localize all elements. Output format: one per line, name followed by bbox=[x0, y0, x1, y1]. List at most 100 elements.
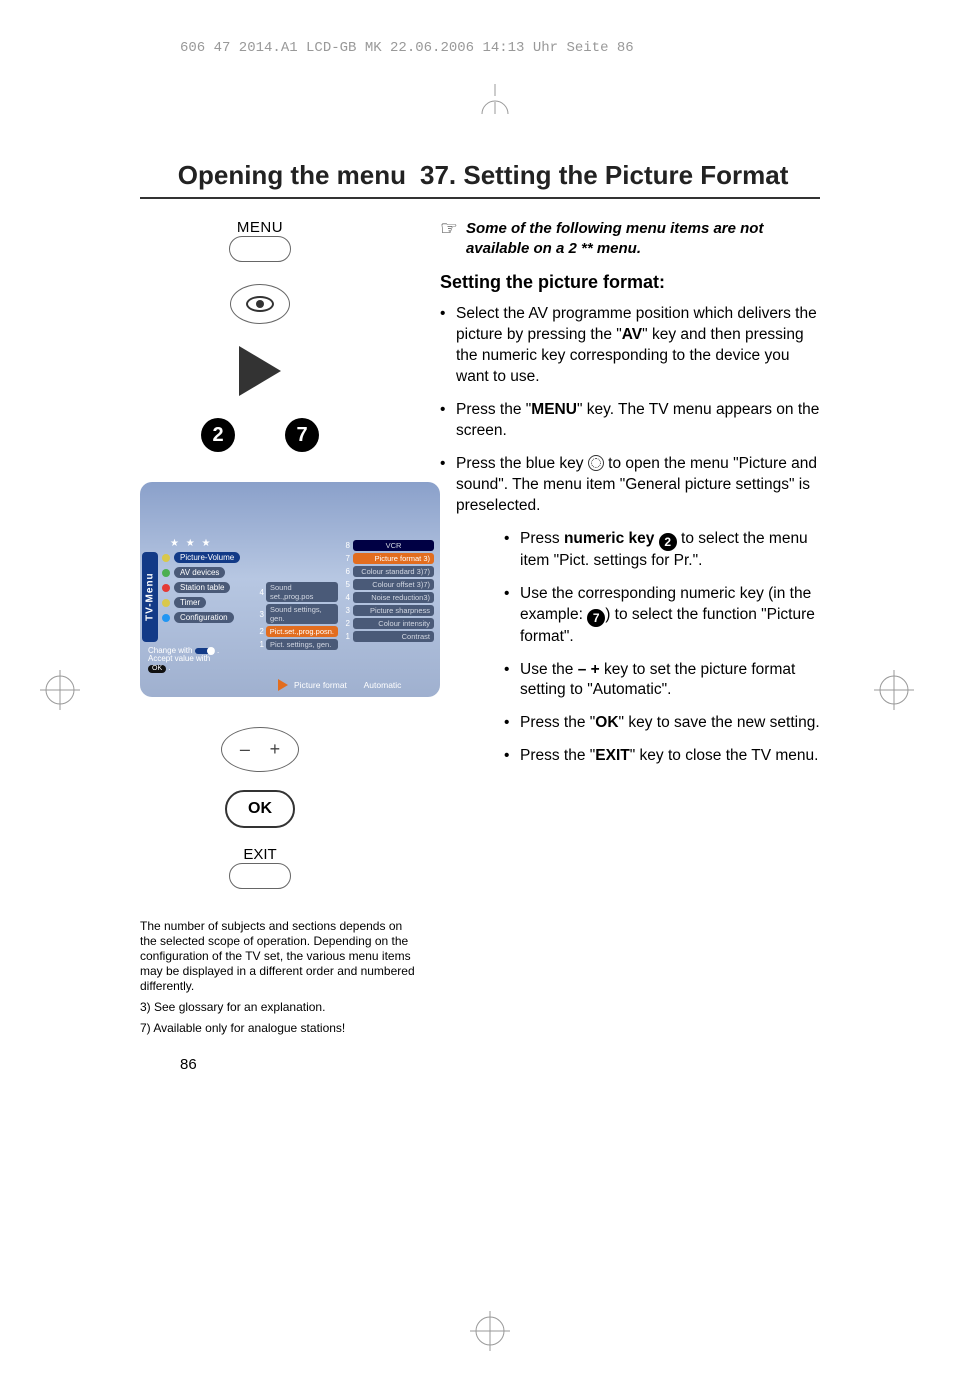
left-column: MENU 2 7 TV-Menu ★ ★ ★ Picture-Volume AV … bbox=[140, 219, 420, 1073]
numeric-badge-icon: 2 bbox=[659, 533, 677, 551]
osd-right-item: 8VCR bbox=[342, 540, 434, 551]
plus-icon: + bbox=[270, 739, 281, 760]
menu-button-icon bbox=[229, 236, 291, 262]
step-item: Press the blue key to open the menu "Pic… bbox=[440, 454, 820, 517]
exit-button-icon bbox=[229, 863, 291, 889]
osd-right-item: 4Noise reduction3) bbox=[342, 592, 434, 603]
flower-key-icon bbox=[588, 455, 604, 471]
play-icon bbox=[239, 346, 281, 396]
osd-mid-number: 3 bbox=[258, 610, 264, 619]
osd-mid-item: 4Sound set.,prog.pos bbox=[258, 582, 338, 602]
note-text: Some of the following menu items are not… bbox=[466, 219, 820, 258]
exit-button-group: EXIT bbox=[229, 846, 291, 889]
osd-right-number: 8 bbox=[342, 541, 350, 550]
osd-left-menu: Picture-Volume AV devices Station table Tim… bbox=[162, 552, 254, 623]
ok-button-icon: OK bbox=[225, 790, 295, 828]
note-callout: ☞ Some of the following menu items are n… bbox=[440, 219, 820, 258]
osd-left-label: Picture-Volume bbox=[174, 552, 240, 563]
osd-right-number: 4 bbox=[342, 593, 350, 602]
crop-mark-icon bbox=[40, 670, 80, 710]
menu-button-group: MENU bbox=[229, 219, 291, 262]
color-dot-icon bbox=[162, 554, 170, 562]
osd-right-item: 1Contrast bbox=[342, 631, 434, 642]
osd-right-item: 7Picture format 3) bbox=[342, 553, 434, 564]
remote-illustration: MENU 2 7 bbox=[140, 219, 420, 452]
instruction-steps: Select the AV programme position which d… bbox=[440, 304, 820, 767]
osd-mid-label: Pict.set.,prog.posn. bbox=[266, 626, 338, 637]
osd-left-label: AV devices bbox=[174, 567, 225, 578]
step-item: Press the "EXIT" key to close the TV men… bbox=[504, 746, 820, 767]
numeric-key-2-icon: 2 bbox=[201, 418, 235, 452]
osd-right-item: 6Colour standard 3)7) bbox=[342, 566, 434, 577]
step-item: Press the "OK" key to save the new setti… bbox=[504, 713, 820, 734]
osd-ok-icon: OK bbox=[148, 665, 166, 673]
crop-mark-icon bbox=[874, 670, 914, 710]
osd-right-item: 5Colour offset 3)7) bbox=[342, 579, 434, 590]
osd-left-item: Picture-Volume bbox=[162, 552, 254, 563]
osd-right-number: 5 bbox=[342, 580, 350, 589]
osd-right-label: Colour standard 3)7) bbox=[353, 566, 434, 577]
osd-right-number: 1 bbox=[342, 632, 350, 641]
osd-mid-item: 2Pict.set.,prog.posn. bbox=[258, 626, 338, 637]
page-number: 86 bbox=[180, 1056, 420, 1073]
osd-mid-number: 4 bbox=[258, 588, 264, 597]
osd-right-label: Picture format 3) bbox=[353, 553, 434, 564]
color-dot-icon bbox=[162, 584, 170, 592]
color-dot-icon bbox=[162, 599, 170, 607]
osd-left-label: Configuration bbox=[174, 612, 234, 623]
osd-mid-label: Pict. settings, gen. bbox=[266, 639, 338, 650]
step-item: Use the – + key to set the picture forma… bbox=[504, 660, 820, 702]
osd-side-tab: TV-Menu bbox=[142, 552, 158, 642]
osd-mid-number: 1 bbox=[258, 640, 264, 649]
step-item: Press numeric key 2 to select the menu i… bbox=[504, 529, 820, 572]
osd-status-value: Automatic bbox=[364, 680, 402, 690]
osd-right-number: 3 bbox=[342, 606, 350, 615]
osd-right-number: 2 bbox=[342, 619, 350, 628]
footnote-text: 7) Available only for analogue stations! bbox=[140, 1021, 420, 1036]
osd-mid-item: 3Sound settings, gen. bbox=[258, 604, 338, 624]
osd-right-label: Noise reduction3) bbox=[353, 592, 434, 603]
osd-left-item: AV devices bbox=[162, 567, 254, 578]
right-column: ☞ Some of the following menu items are n… bbox=[440, 219, 820, 1073]
menu-label: MENU bbox=[229, 219, 291, 236]
eye-button-icon bbox=[230, 284, 290, 324]
osd-right-menu: 8VCR7Picture format 3)6Colour standard 3… bbox=[342, 540, 434, 642]
osd-mid-number: 2 bbox=[258, 627, 264, 636]
osd-status-bar: Picture format Automatic bbox=[278, 679, 401, 691]
slider-icon bbox=[195, 648, 215, 654]
pointing-hand-icon: ☞ bbox=[440, 219, 458, 258]
osd-right-label: Contrast bbox=[353, 631, 434, 642]
osd-mid-label: Sound settings, gen. bbox=[266, 604, 338, 624]
osd-mid-item: 1Pict. settings, gen. bbox=[258, 639, 338, 650]
osd-left-item: Station table bbox=[162, 582, 254, 593]
osd-right-label: Colour offset 3)7) bbox=[353, 579, 434, 590]
color-dot-icon bbox=[162, 614, 170, 622]
osd-left-label: Station table bbox=[174, 582, 230, 593]
remote-lower-illustration: – + OK EXIT bbox=[140, 727, 420, 889]
osd-mid-label: Sound set.,prog.pos bbox=[266, 582, 338, 602]
osd-left-label: Timer bbox=[174, 597, 206, 608]
osd-right-item: 3Picture sharpness bbox=[342, 605, 434, 616]
osd-right-label: Colour intensity bbox=[353, 618, 434, 629]
step-item: Use the corresponding numeric key (in th… bbox=[504, 584, 820, 648]
step-item: Select the AV programme position which d… bbox=[440, 304, 820, 388]
print-job-header: 606 47 2014.A1 LCD-GB MK 22.06.2006 14:1… bbox=[180, 40, 954, 56]
osd-right-number: 7 bbox=[342, 554, 350, 563]
play-icon bbox=[278, 679, 288, 691]
step-item: Press the "MENU" key. The TV menu appear… bbox=[440, 400, 820, 442]
osd-stars-icon: ★ ★ ★ bbox=[170, 538, 212, 549]
crop-mark-icon bbox=[480, 84, 510, 114]
subheading: Setting the picture format: bbox=[440, 270, 820, 294]
numeric-key-pair: 2 7 bbox=[201, 418, 319, 452]
osd-right-item: 2Colour intensity bbox=[342, 618, 434, 629]
footnote-text: The number of subjects and sections depe… bbox=[140, 919, 420, 994]
footnotes: The number of subjects and sections depe… bbox=[140, 919, 420, 1036]
osd-right-label: VCR bbox=[353, 540, 434, 551]
manual-page: Opening the menu 37. Setting the Picture… bbox=[140, 160, 820, 1073]
color-dot-icon bbox=[162, 569, 170, 577]
osd-right-number: 6 bbox=[342, 567, 350, 576]
minus-icon: – bbox=[240, 739, 250, 760]
numeric-badge-icon: 7 bbox=[587, 609, 605, 627]
crop-mark-icon bbox=[470, 1311, 510, 1351]
tv-osd-screenshot: TV-Menu ★ ★ ★ Picture-Volume AV devices St… bbox=[140, 482, 440, 697]
